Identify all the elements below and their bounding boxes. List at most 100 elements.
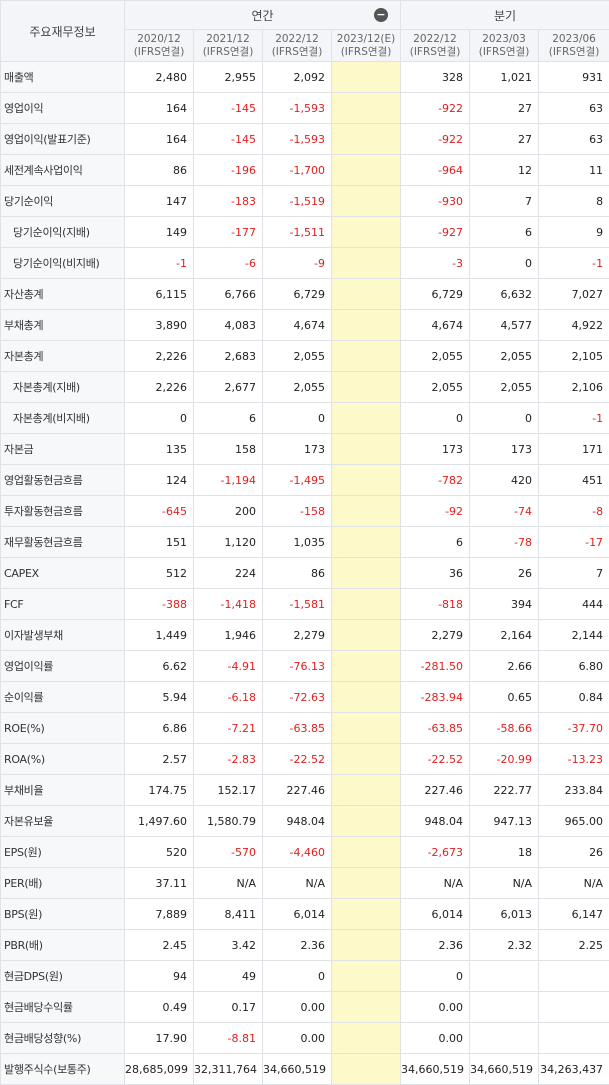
value-cell: 9	[539, 217, 609, 248]
value-cell: -782	[401, 465, 470, 496]
value-cell: -58.66	[470, 713, 539, 744]
estimate-cell	[332, 124, 401, 155]
value-cell: -1,581	[263, 589, 332, 620]
value-cell: 0	[401, 961, 470, 992]
value-cell: 6.86	[125, 713, 194, 744]
value-cell: 512	[125, 558, 194, 589]
table-row: 순이익률5.94-6.18-72.63-283.940.650.84	[1, 682, 609, 713]
value-cell: 3,890	[125, 310, 194, 341]
period-basis: (IFRS연결)	[470, 46, 538, 59]
value-cell: N/A	[194, 868, 263, 899]
value-cell: -1,511	[263, 217, 332, 248]
value-cell: 2,677	[194, 372, 263, 403]
value-cell: 948.04	[263, 806, 332, 837]
value-cell: 1,449	[125, 620, 194, 651]
table-row: PER(배)37.11N/AN/AN/AN/AN/A	[1, 868, 609, 899]
value-cell: 2,226	[125, 341, 194, 372]
value-cell: -1,495	[263, 465, 332, 496]
value-cell: 37.11	[125, 868, 194, 899]
row-label: 발행주식수(보통주)	[1, 1054, 125, 1085]
value-cell: 28,685,099	[125, 1054, 194, 1085]
value-cell: -1	[539, 403, 609, 434]
table-row: 현금배당성향(%)17.90-8.810.000.00	[1, 1023, 609, 1054]
value-cell	[539, 992, 609, 1023]
row-label: 당기순이익(비지배)	[1, 248, 125, 279]
value-cell: 200	[194, 496, 263, 527]
value-cell: 5.94	[125, 682, 194, 713]
minus-circle-icon[interactable]: −	[374, 8, 388, 22]
value-cell: 2.36	[401, 930, 470, 961]
row-label: 부채총계	[1, 310, 125, 341]
value-cell: 2,164	[470, 620, 539, 651]
value-cell: 0.49	[125, 992, 194, 1023]
row-label: 현금DPS(원)	[1, 961, 125, 992]
row-label: FCF	[1, 589, 125, 620]
estimate-cell	[332, 589, 401, 620]
row-label: 자본총계(지배)	[1, 372, 125, 403]
value-cell: 6,147	[539, 899, 609, 930]
value-cell: 34,660,519	[470, 1054, 539, 1085]
estimate-cell	[332, 992, 401, 1023]
value-cell: 6,766	[194, 279, 263, 310]
row-label: ROE(%)	[1, 713, 125, 744]
annual-period-header: 2022/12(IFRS연결)	[263, 30, 332, 62]
value-cell: 2.66	[470, 651, 539, 682]
value-cell: -1,593	[263, 124, 332, 155]
value-cell: N/A	[401, 868, 470, 899]
value-cell: 1,021	[470, 62, 539, 93]
estimate-cell	[332, 372, 401, 403]
value-cell: -8.81	[194, 1023, 263, 1054]
estimate-cell	[332, 186, 401, 217]
value-cell: 2.36	[263, 930, 332, 961]
row-label: 자본유보율	[1, 806, 125, 837]
value-cell: 2,279	[263, 620, 332, 651]
value-cell: 152.17	[194, 775, 263, 806]
row-label: 투자활동현금흐름	[1, 496, 125, 527]
annual-period-header: 2020/12(IFRS연결)	[125, 30, 194, 62]
estimate-cell	[332, 279, 401, 310]
period-basis: (IFRS연결)	[332, 46, 400, 59]
value-cell: 965.00	[539, 806, 609, 837]
row-label: 순이익률	[1, 682, 125, 713]
value-cell: -922	[401, 93, 470, 124]
estimate-cell	[332, 806, 401, 837]
value-cell: 173	[263, 434, 332, 465]
value-cell: 420	[470, 465, 539, 496]
value-cell: 7,027	[539, 279, 609, 310]
value-cell: -388	[125, 589, 194, 620]
value-cell: 86	[125, 155, 194, 186]
estimate-cell	[332, 496, 401, 527]
row-label: CAPEX	[1, 558, 125, 589]
value-cell: 2,055	[263, 341, 332, 372]
value-cell: -158	[263, 496, 332, 527]
value-cell: 17.90	[125, 1023, 194, 1054]
estimate-cell	[332, 775, 401, 806]
value-cell: 2.25	[539, 930, 609, 961]
value-cell: -570	[194, 837, 263, 868]
value-cell: 158	[194, 434, 263, 465]
value-cell: 0.00	[401, 1023, 470, 1054]
value-cell: 0.65	[470, 682, 539, 713]
value-cell: 0.00	[263, 992, 332, 1023]
estimate-cell	[332, 527, 401, 558]
value-cell: 151	[125, 527, 194, 558]
estimate-cell	[332, 961, 401, 992]
value-cell	[470, 992, 539, 1023]
row-label: 세전계속사업이익	[1, 155, 125, 186]
value-cell: 2,055	[470, 341, 539, 372]
row-label: 자산총계	[1, 279, 125, 310]
value-cell: 2,480	[125, 62, 194, 93]
row-label: PBR(배)	[1, 930, 125, 961]
value-cell: 227.46	[263, 775, 332, 806]
value-cell: 0.17	[194, 992, 263, 1023]
value-cell: 6,729	[401, 279, 470, 310]
table-row: 자본총계2,2262,6832,0552,0552,0552,105	[1, 341, 609, 372]
table-row: CAPEX5122248636267	[1, 558, 609, 589]
value-cell: 12	[470, 155, 539, 186]
value-cell: 2,144	[539, 620, 609, 651]
estimate-cell	[332, 155, 401, 186]
table-row: EPS(원)520-570-4,460-2,6731826	[1, 837, 609, 868]
table-row: PBR(배)2.453.422.362.362.322.25	[1, 930, 609, 961]
value-cell: 4,674	[263, 310, 332, 341]
period-year: 2022/12	[263, 33, 331, 46]
